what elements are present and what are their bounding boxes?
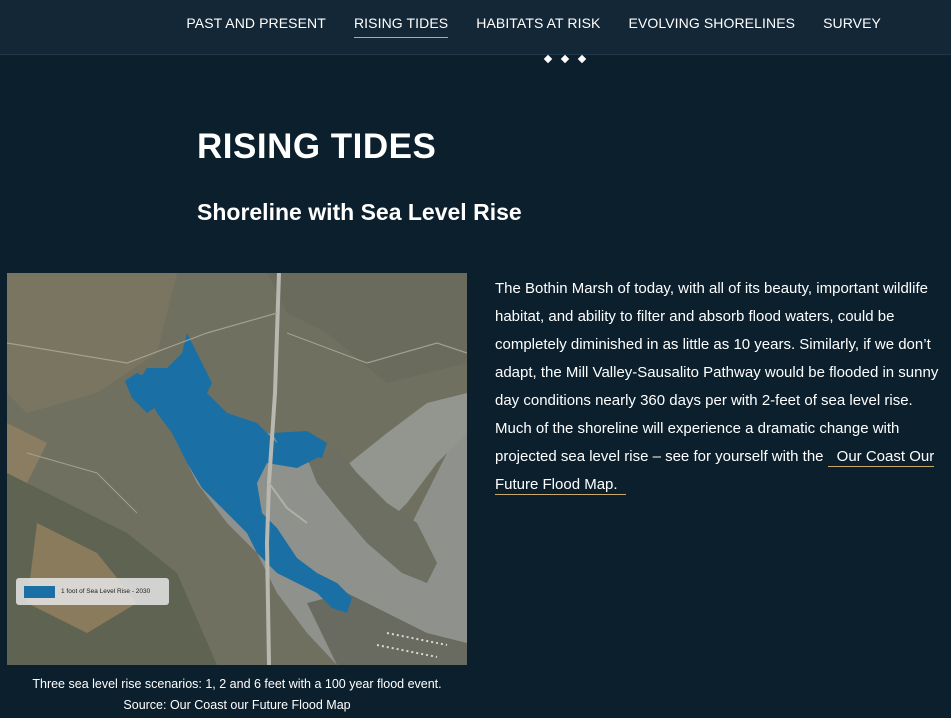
decorative-diamond-divider xyxy=(543,54,587,64)
section-title: Shoreline with Sea Level Rise xyxy=(197,199,522,225)
diamond-icon xyxy=(543,54,553,64)
main-nav: PAST AND PRESENT RISING TIDES HABITATS A… xyxy=(186,0,881,54)
nav-rising-tides[interactable]: RISING TIDES xyxy=(353,15,449,38)
legend-label: 1 foot of Sea Level Rise - 2030 xyxy=(61,588,151,595)
nav-habitats-at-risk[interactable]: HABITATS AT RISK xyxy=(476,15,600,37)
map-legend: 1 foot of Sea Level Rise - 2030 xyxy=(16,578,169,605)
body-paragraph: The Bothin Marsh of today, with all of i… xyxy=(495,275,940,499)
satellite-map-image xyxy=(7,273,467,665)
nav-past-and-present[interactable]: PAST AND PRESENT xyxy=(186,15,326,37)
body-text: The Bothin Marsh of today, with all of i… xyxy=(495,280,939,465)
top-navigation-bar: PAST AND PRESENT RISING TIDES HABITATS A… xyxy=(0,0,951,55)
diamond-icon xyxy=(577,54,587,64)
page-title: RISING TIDES xyxy=(197,127,437,166)
legend-swatch xyxy=(24,585,55,598)
nav-survey[interactable]: SURVEY xyxy=(823,15,881,37)
map-caption: Three sea level rise scenarios: 1, 2 and… xyxy=(7,674,467,716)
caption-line-1: Three sea level rise scenarios: 1, 2 and… xyxy=(32,677,442,691)
caption-source: Source: Our Coast our Future Flood Map xyxy=(123,698,351,712)
diamond-icon xyxy=(560,54,570,64)
sea-level-rise-map: 1 foot of Sea Level Rise - 2030 xyxy=(7,273,467,665)
nav-evolving-shorelines[interactable]: EVOLVING SHORELINES xyxy=(629,15,796,37)
